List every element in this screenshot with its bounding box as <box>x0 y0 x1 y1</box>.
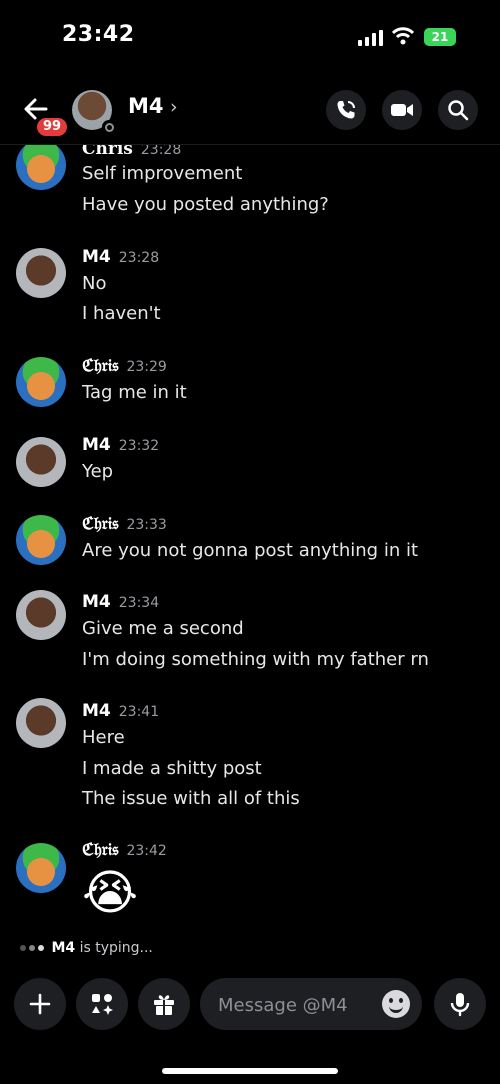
message-text: I made a shitty post <box>82 758 262 779</box>
typing-dot-icon <box>20 945 26 951</box>
timestamp: 23:29 <box>126 359 167 375</box>
timestamp: 23:34 <box>118 595 160 611</box>
message-text: I'm doing something with my father rn <box>82 649 429 670</box>
avatar[interactable] <box>72 90 116 134</box>
message-input[interactable] <box>216 978 370 1032</box>
author-name[interactable]: Chris <box>82 145 133 159</box>
avatar[interactable] <box>16 145 66 190</box>
search-button[interactable] <box>438 90 478 130</box>
message-emoji: 😭 <box>82 865 139 921</box>
message-text: The issue with all of this <box>82 788 300 809</box>
message-header: Chris 23:28 <box>82 145 181 161</box>
status-time: 23:42 <box>62 22 135 47</box>
plus-icon <box>29 993 51 1015</box>
typing-user: M4 <box>51 940 76 956</box>
message-text: Are you not gonna post anything in it <box>82 540 419 561</box>
message-header: M4 23:34 <box>82 592 159 614</box>
author-name[interactable]: M4 <box>82 592 111 612</box>
avatar[interactable] <box>16 437 66 487</box>
avatar[interactable] <box>16 248 66 298</box>
status-dot <box>102 120 116 134</box>
message-text: I haven't <box>82 303 161 324</box>
cellular-signal-icon <box>358 30 383 46</box>
message-text: Here <box>82 727 125 748</box>
wifi-icon <box>392 27 414 45</box>
message-header: M4 23:28 <box>82 247 159 269</box>
typing-indicator: M4 is typing... <box>20 940 153 956</box>
message-text: Self improvement <box>82 163 243 184</box>
microphone-icon <box>450 993 470 1017</box>
timestamp: 23:28 <box>118 250 160 266</box>
chevron-right-icon[interactable]: › <box>170 96 178 118</box>
message-input-container[interactable] <box>200 978 422 1032</box>
author-name[interactable]: ℭ𝔥𝔯𝔦𝔰 <box>82 514 118 534</box>
message-header: ℭ𝔥𝔯𝔦𝔰 23:29 <box>82 356 167 378</box>
message-list[interactable]: Chris 23:28 Self improvement Have you pos… <box>0 145 500 963</box>
search-icon <box>448 100 469 121</box>
author-name[interactable]: ℭ𝔥𝔯𝔦𝔰 <box>82 840 118 860</box>
attach-button[interactable] <box>14 978 66 1030</box>
author-name[interactable]: ℭ𝔥𝔯𝔦𝔰 <box>82 356 118 376</box>
battery-level: 21 <box>431 30 449 44</box>
message-header: M4 23:32 <box>82 435 159 457</box>
author-name[interactable]: M4 <box>82 701 111 721</box>
home-indicator <box>162 1068 338 1074</box>
avatar[interactable] <box>16 843 66 893</box>
unread-badge: 99 <box>34 115 71 139</box>
status-bar: 23:42 21 <box>0 0 500 70</box>
typing-dot-icon <box>38 945 44 951</box>
typing-text: is typing... <box>75 940 153 956</box>
typing-dot-icon <box>29 945 35 951</box>
apps-icon <box>92 994 113 1015</box>
video-call-button[interactable] <box>382 90 422 130</box>
avatar[interactable] <box>16 515 66 565</box>
emoji-icon[interactable] <box>382 990 410 1018</box>
message-text: Have you posted anything? <box>82 194 329 215</box>
page-title[interactable]: M4 <box>128 94 164 118</box>
gift-button[interactable] <box>138 978 190 1030</box>
video-camera-icon <box>391 104 413 116</box>
message-composer <box>0 966 500 1046</box>
phone-call-icon <box>337 101 355 119</box>
avatar[interactable] <box>16 590 66 640</box>
author-name[interactable]: M4 <box>82 435 111 455</box>
timestamp: 23:28 <box>140 145 182 158</box>
timestamp: 23:33 <box>126 517 167 533</box>
timestamp: 23:32 <box>118 438 160 454</box>
battery-indicator: 21 <box>424 28 456 46</box>
message-header: ℭ𝔥𝔯𝔦𝔰 23:33 <box>82 514 167 536</box>
message-text: Give me a second <box>82 618 244 639</box>
timestamp: 23:41 <box>118 704 160 720</box>
avatar[interactable] <box>16 357 66 407</box>
voice-call-button[interactable] <box>326 90 366 130</box>
message-text: Tag me in it <box>82 382 187 403</box>
gift-icon <box>154 995 174 1015</box>
chat-header: 99 M4 › <box>0 82 500 144</box>
timestamp: 23:42 <box>126 843 167 859</box>
author-name[interactable]: M4 <box>82 247 111 267</box>
voice-message-button[interactable] <box>434 978 486 1030</box>
message-text: No <box>82 273 107 294</box>
message-text: Yep <box>82 461 114 482</box>
message-header: ℭ𝔥𝔯𝔦𝔰 23:42 <box>82 840 167 862</box>
apps-button[interactable] <box>76 978 128 1030</box>
message-header: M4 23:41 <box>82 701 159 723</box>
avatar[interactable] <box>16 698 66 748</box>
